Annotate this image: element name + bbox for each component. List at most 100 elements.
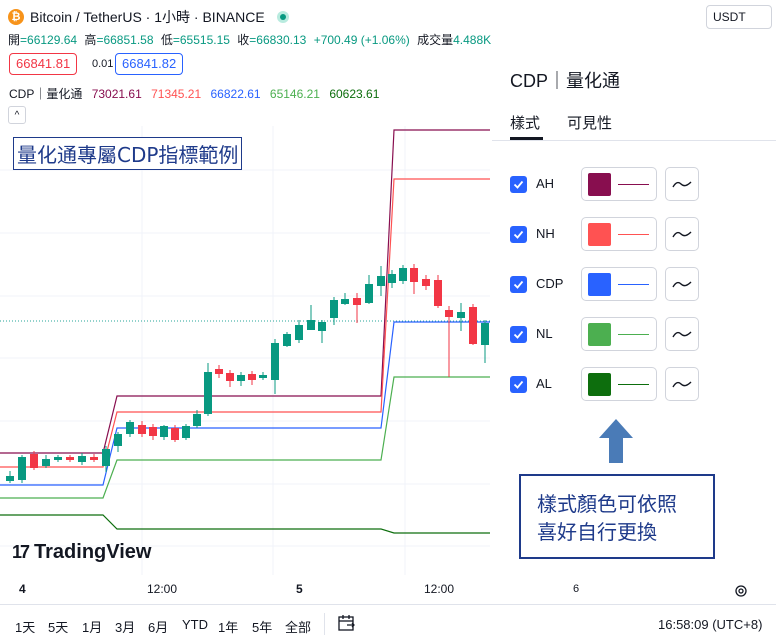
candle-body: [434, 280, 442, 306]
volume-label: 成交量: [417, 33, 454, 47]
nl-color-swatch: [588, 323, 611, 346]
cdp-label: CDP: [536, 276, 564, 291]
candle-body: [226, 373, 234, 381]
note-line-1: 樣式顏色可依照: [537, 492, 677, 516]
symbol-header[interactable]: ₿ Bitcoin / TetherUS · 1小時 · BINANCE: [8, 7, 289, 27]
tab-divider: [492, 140, 776, 141]
indicator-nh-value: 71345.21: [151, 87, 202, 101]
volume-value: 4.488K: [453, 33, 492, 47]
nh-checkbox[interactable]: [510, 226, 527, 243]
settings-icon[interactable]: [734, 584, 748, 598]
cdp-color-button[interactable]: [581, 267, 657, 301]
range-5y-button[interactable]: 5年: [252, 617, 272, 636]
al-line-style-button[interactable]: [665, 367, 699, 401]
al-checkbox[interactable]: [510, 376, 527, 393]
symbol-title[interactable]: Bitcoin / TetherUS · 1小時 · BINANCE: [30, 7, 265, 27]
buy-button[interactable]: 66841.82: [115, 53, 184, 75]
checkmark-icon: [513, 280, 524, 289]
checkmark-icon: [513, 380, 524, 389]
candle-body: [388, 274, 396, 283]
candle-body: [377, 276, 385, 286]
nl-line-preview: [618, 334, 649, 335]
candle-body: [445, 310, 453, 317]
al-line-preview: [618, 384, 649, 385]
sell-button[interactable]: 66841.81: [9, 53, 78, 75]
calendar-goto-icon[interactable]: [337, 614, 357, 632]
candle-body: [410, 268, 418, 282]
nh-label: NH: [536, 226, 555, 241]
nl-line-style-button[interactable]: [665, 317, 699, 351]
currency-select[interactable]: USDT: [706, 5, 772, 29]
nh-line: [0, 178, 490, 468]
high-label: 高: [84, 33, 97, 47]
ah-color-button[interactable]: [581, 167, 657, 201]
panel-title: CDP｜量化通: [510, 71, 621, 91]
cdp-line-preview: [618, 284, 649, 285]
al-label: AL: [536, 376, 552, 391]
candle-body: [66, 457, 74, 460]
checkmark-icon: [513, 330, 524, 339]
cdp-checkbox[interactable]: [510, 276, 527, 293]
indicator-ah-value: 73021.61: [91, 87, 142, 101]
candle-body: [481, 323, 489, 345]
candle-body: [114, 434, 122, 446]
wave-line-icon: [672, 331, 692, 338]
ah-checkbox[interactable]: [510, 176, 527, 193]
candle-body: [271, 343, 279, 380]
collapse-legend-button[interactable]: ^: [8, 106, 26, 124]
bottom-toolbar: 1天 5天 1月 3月 6月 YTD 1年 5年 全部 16:58:09 (UT…: [0, 604, 776, 643]
candle-body: [30, 454, 38, 468]
nl-checkbox[interactable]: [510, 326, 527, 343]
style-row-ah: AH: [510, 167, 760, 201]
indicator-name[interactable]: CDP｜量化通: [9, 87, 82, 101]
tab-style[interactable]: 樣式: [510, 112, 540, 133]
ah-line-style-button[interactable]: [665, 167, 699, 201]
high-value: =66851.58: [96, 33, 154, 47]
nh-color-button[interactable]: [581, 217, 657, 251]
nl-color-button[interactable]: [581, 317, 657, 351]
ah-line-preview: [618, 184, 649, 185]
bitcoin-icon: ₿: [8, 9, 24, 25]
axis-label-6: 6: [573, 583, 580, 595]
candle-body: [193, 414, 201, 426]
indicator-legend[interactable]: CDP｜量化通 73021.61 71345.21 66822.61 65146…: [9, 85, 385, 102]
candle-body: [237, 375, 245, 381]
range-5d-button[interactable]: 5天: [48, 617, 68, 636]
close-value: =66830.13: [249, 33, 307, 47]
al-line: [0, 514, 490, 534]
ah-label: AH: [536, 176, 555, 191]
candle-body: [215, 369, 223, 374]
candle-body: [42, 459, 50, 466]
candle-body: [138, 425, 146, 434]
nh-line-preview: [618, 234, 649, 235]
al-color-button[interactable]: [581, 367, 657, 401]
candle-body: [54, 457, 62, 460]
range-3m-button[interactable]: 3月: [115, 617, 135, 636]
candle-body: [182, 426, 190, 438]
range-1m-button[interactable]: 1月: [82, 617, 102, 636]
candle-body: [469, 307, 477, 344]
tab-visibility[interactable]: 可見性: [567, 112, 612, 133]
time-label-noon1: 12:00: [147, 582, 178, 596]
range-all-button[interactable]: 全部: [285, 617, 311, 636]
range-1y-button[interactable]: 1年: [218, 617, 238, 636]
indicator-nl-value: 65146.21: [269, 87, 320, 101]
note-line-2: 喜好自行更換: [537, 520, 657, 544]
nh-line-style-button[interactable]: [665, 217, 699, 251]
wave-line-icon: [672, 281, 692, 288]
time-label-day4: 4: [19, 582, 26, 596]
chevron-up-icon: ^: [14, 109, 20, 121]
change-value: +700.49 (+1.06%): [313, 33, 410, 47]
candle-body: [399, 268, 407, 281]
tradingview-logo: 17 TradingView: [12, 541, 151, 564]
range-6m-button[interactable]: 6月: [148, 617, 168, 636]
style-row-nh: NH: [510, 217, 760, 251]
clock-timezone[interactable]: 16:58:09 (UTC+8): [658, 617, 762, 632]
low-label: 低: [160, 33, 173, 47]
cdp-line-style-button[interactable]: [665, 267, 699, 301]
low-value: =65515.15: [172, 33, 230, 47]
range-ytd-button[interactable]: YTD: [182, 617, 208, 632]
tradingview-mark-icon: 17: [12, 542, 30, 562]
cdp-color-swatch: [588, 273, 611, 296]
range-1d-button[interactable]: 1天: [15, 617, 35, 636]
